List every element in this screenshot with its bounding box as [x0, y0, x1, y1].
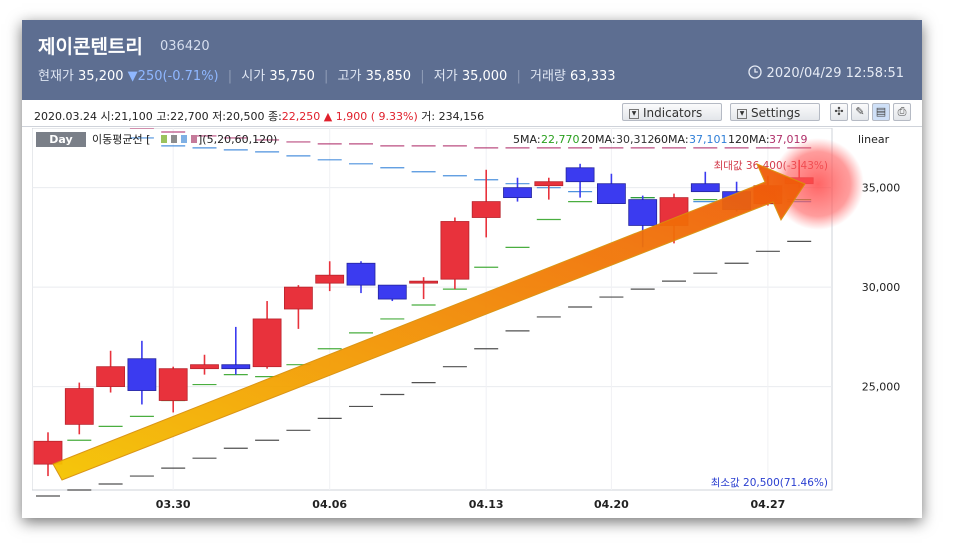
candle-body [628, 199, 658, 226]
open-price: 35,750 [269, 69, 315, 84]
x-tick-label: 04.20 [594, 498, 629, 511]
ma-params: ](5,20,60,120) [198, 133, 277, 146]
high-price: 35,850 [365, 69, 412, 84]
plot-area: 25,000 30,000 35,000 03.30 04.06 04.13 04.20 0… [31, 97, 908, 518]
separator: | [516, 69, 521, 84]
volume-value: 63,333 [570, 69, 616, 84]
dropdown-icon: ▼ [629, 108, 639, 119]
separator: | [227, 69, 233, 84]
candle-body [440, 221, 470, 280]
stock-header: 제이콘텐트리 036420 현재가 35,200 ▼250(-0.71%) | … [22, 20, 922, 100]
info-change: ▲ 1,900 ( 9.33%) [323, 110, 418, 123]
candle-body [597, 183, 626, 204]
candle-body [252, 318, 282, 368]
info-low: 저:20,500 [212, 110, 265, 123]
crosshair-icon[interactable]: ✣ [830, 103, 848, 121]
ma120-swatch [191, 135, 197, 143]
chart-toolbar: 2020.03.24 시:21,100 고:22,700 저:20,500 종:… [22, 100, 922, 127]
indicators-button[interactable]: ▼ Indicators [622, 103, 722, 121]
info-close-label: 종: [267, 110, 282, 123]
ma60-label: 60MA: [654, 133, 689, 146]
timestamp: 2020/04/29 12:58:51 [748, 65, 904, 81]
stock-code: 036420 [160, 39, 210, 54]
x-tick-label: 04.27 [751, 498, 786, 511]
candle-body [346, 262, 376, 286]
ma20-label: 20MA: [581, 133, 616, 146]
candle-body [534, 181, 564, 187]
pencil-icon[interactable]: ✎ [851, 103, 869, 121]
candle-body [409, 280, 439, 284]
low-label: 저가 [433, 69, 458, 84]
candle-body [221, 364, 251, 370]
x-tick-label: 04.06 [312, 498, 347, 511]
ma5-label: 5MA: [513, 133, 541, 146]
candle-body [33, 440, 63, 465]
candle-body [127, 358, 157, 391]
candle-body [190, 364, 219, 370]
period-label: Day [49, 133, 72, 146]
separator: | [420, 69, 425, 84]
low-price: 35,000 [461, 69, 508, 84]
ma20-value: 30,312 [616, 133, 655, 146]
candlestick-chart[interactable]: 25,000 30,000 35,000 03.30 04.06 04.13 04.20 0… [31, 97, 908, 518]
current-label: 현재가 [38, 69, 74, 84]
line-chart-icon[interactable]: ▤ [872, 103, 890, 121]
clock-icon [748, 65, 763, 79]
stock-name: 제이콘텐트리 [38, 36, 143, 58]
ma60-swatch [181, 135, 187, 143]
ma20-swatch [171, 135, 177, 143]
info-volume: 거: 234,156 [421, 110, 485, 123]
ma-title: 이동평균선 [ [92, 133, 150, 146]
info-date: 2020.03.24 [34, 110, 97, 123]
indicators-label: Indicators [643, 106, 703, 120]
candle-body [377, 284, 407, 300]
open-label: 시가 [241, 69, 266, 84]
ma60-value: 37,101 [689, 133, 728, 146]
candle-body [283, 286, 313, 310]
min-value-label: 최소값 20,500(71.46%) [711, 477, 828, 489]
candle-body [96, 366, 125, 387]
info-high: 고:22,700 [156, 110, 209, 123]
price-change: ▼250(-0.71%) [127, 69, 219, 84]
print-icon[interactable]: ⎙ [893, 103, 911, 121]
high-label: 고가 [337, 69, 362, 84]
x-tick-label: 03.30 [156, 498, 191, 511]
candle-body [471, 201, 501, 218]
ma120-label: 120MA: [728, 133, 770, 146]
volume-label: 거래량 [530, 69, 566, 84]
current-price: 35,200 [78, 69, 124, 84]
info-close: 22,250 [281, 110, 321, 123]
y-tick-label: 30,000 [862, 281, 901, 294]
scale-mode[interactable]: linear [858, 133, 890, 146]
candle-info: 2020.03.24 시:21,100 고:22,700 저:20,500 종:… [34, 108, 484, 124]
chart-card: 제이콘텐트리 036420 현재가 35,200 ▼250(-0.71%) | … [22, 20, 922, 518]
x-tick-label: 04.13 [469, 498, 504, 511]
info-open: 시:21,100 [100, 110, 153, 123]
timestamp-text: 2020/04/29 12:58:51 [766, 66, 904, 81]
settings-button[interactable]: ▼ Settings [730, 103, 820, 121]
candle-body [565, 167, 595, 183]
ma5-value: 22,770 [541, 133, 580, 146]
candle-body [158, 368, 188, 401]
candle-body [315, 274, 345, 284]
ma5-swatch [161, 135, 167, 143]
y-tick-label: 25,000 [862, 381, 901, 394]
settings-label: Settings [751, 106, 801, 120]
candle-body [690, 183, 720, 193]
y-tick-label: 35,000 [862, 182, 901, 195]
dropdown-icon: ▼ [737, 108, 747, 119]
separator: | [324, 69, 329, 84]
candle-body [64, 388, 94, 425]
candle-body [503, 187, 532, 199]
quote-line: 현재가 35,200 ▼250(-0.71%) | 시가 35,750 | 고가… [38, 65, 616, 84]
